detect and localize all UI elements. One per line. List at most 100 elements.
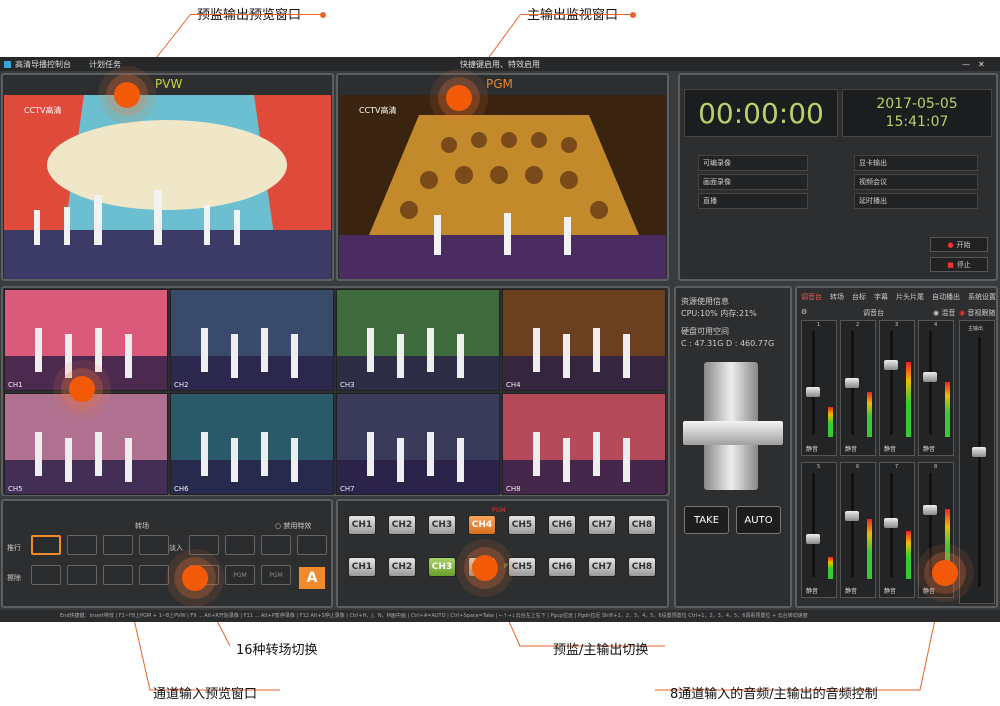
performer-figure — [231, 334, 238, 378]
transition-effect-button[interactable] — [261, 535, 291, 555]
minimize-button[interactable]: — — [962, 60, 970, 69]
transition-effect-button[interactable] — [189, 535, 219, 555]
follow-option[interactable]: ◉ 音视跟随 — [959, 308, 995, 318]
close-button[interactable]: ✕ — [978, 60, 985, 69]
pgm-button-ch5[interactable]: CH5 — [508, 515, 536, 535]
level-meter — [828, 407, 833, 437]
output-record[interactable]: 可编录像 — [698, 155, 808, 171]
pgm-button-ch1[interactable]: CH1 — [348, 515, 376, 535]
audio-tab[interactable]: 台标 — [852, 292, 866, 302]
pgm-button-ch4[interactable]: CH4 — [468, 515, 496, 535]
audio-tab[interactable]: 字幕 — [874, 292, 888, 302]
channel-stage-floor — [503, 460, 665, 494]
channel-thumbnail[interactable]: CH3 — [336, 289, 500, 391]
channel-fader[interactable]: 5 静音 — [801, 462, 837, 598]
pgm-button-ch7[interactable]: CH7 — [588, 515, 616, 535]
pvw-button-ch1[interactable]: CH1 — [348, 557, 376, 577]
take-button[interactable]: TAKE — [684, 506, 729, 534]
fader-knob[interactable] — [884, 518, 898, 529]
channel-fader[interactable]: 7 静音 — [879, 462, 915, 598]
mute-toggle[interactable]: 静音 — [806, 444, 818, 453]
transition-effect-button[interactable] — [31, 535, 61, 555]
audio-tab[interactable]: 片头片尾 — [896, 292, 924, 302]
channel-thumbnail[interactable]: CH6 — [170, 393, 334, 495]
fader-channel-number: 5 — [817, 464, 821, 470]
pip-button[interactable]: PGM — [225, 565, 255, 585]
pgm-button-ch6[interactable]: CH6 — [548, 515, 576, 535]
output-live[interactable]: 直播 — [698, 193, 808, 209]
auto-button[interactable]: AUTO — [736, 506, 781, 534]
pvw-button-ch5[interactable]: CH5 — [508, 557, 536, 577]
channel-fader[interactable]: 1 静音 — [801, 320, 837, 456]
stop-button[interactable]: ■ 停止 — [930, 257, 988, 272]
transition-effect-button[interactable] — [31, 565, 61, 585]
transition-effect-button[interactable] — [225, 535, 255, 555]
transition-effect-button[interactable] — [103, 535, 133, 555]
fader-knob[interactable] — [806, 533, 820, 544]
fade-bar-handle[interactable] — [683, 421, 783, 445]
audio-tab[interactable]: 系统设置 — [968, 292, 996, 302]
fader-knob[interactable] — [923, 505, 937, 515]
transition-effect-button[interactable] — [139, 565, 169, 585]
transition-effect-button[interactable] — [103, 565, 133, 585]
audio-settings-icon[interactable]: ⚙ — [801, 308, 807, 316]
mute-toggle[interactable]: 静音 — [845, 444, 857, 453]
pvw-label: PVW — [155, 77, 183, 91]
fader-knob[interactable] — [806, 387, 820, 397]
pvw-button-ch8[interactable]: CH8 — [628, 557, 656, 577]
mute-toggle[interactable]: 静音 — [845, 586, 857, 595]
fader-knob[interactable] — [845, 511, 859, 521]
channel-fader[interactable]: 4 静音 — [918, 320, 954, 456]
output-label: 视频会议 — [859, 178, 887, 186]
pvw-button-ch6[interactable]: CH6 — [548, 557, 576, 577]
mute-toggle[interactable]: 静音 — [923, 586, 935, 595]
mute-toggle[interactable]: 静音 — [806, 586, 818, 595]
transition-effect-button[interactable] — [297, 535, 327, 555]
output-screen-record[interactable]: 画面录像 — [698, 174, 808, 190]
pvw-button-ch2[interactable]: CH2 — [388, 557, 416, 577]
start-button[interactable]: ● 开始 — [930, 237, 988, 252]
audio-tab[interactable]: 转场 — [830, 292, 844, 302]
menu-plan-task[interactable]: 计划任务 — [89, 59, 121, 70]
audio-tab[interactable]: 自动播出 — [932, 292, 960, 302]
pip-button[interactable]: PGM — [261, 565, 291, 585]
mute-toggle[interactable]: 静音 — [884, 444, 896, 453]
pgm-button-ch3[interactable]: CH3 — [428, 515, 456, 535]
channel-label: CH3 — [340, 381, 355, 389]
fader-slot — [929, 473, 932, 577]
performer-figure — [35, 432, 42, 476]
output-video-conf[interactable]: 视频会议 — [854, 174, 978, 190]
fader-knob[interactable] — [845, 378, 859, 388]
fader-knob[interactable] — [923, 372, 937, 382]
channel-thumbnail[interactable]: CH4 — [502, 289, 666, 391]
output-display-card[interactable]: 显卡输出 — [854, 155, 978, 171]
key-a-button[interactable]: A — [299, 567, 325, 589]
pvw-video[interactable]: CCTV高清 — [4, 95, 331, 279]
pvw-button-ch7[interactable]: CH7 — [588, 557, 616, 577]
audio-tab[interactable]: 调音台 — [801, 292, 822, 302]
pgm-button-ch8[interactable]: CH8 — [628, 515, 656, 535]
channel-fader[interactable]: 6 静音 — [840, 462, 876, 598]
channel-thumbnail[interactable]: CH8 — [502, 393, 666, 495]
stop-icon: ■ — [947, 260, 954, 269]
channel-fader[interactable]: 3 静音 — [879, 320, 915, 456]
pgm-video[interactable]: CCTV高清 — [339, 95, 666, 279]
disable-effects[interactable]: ○ 禁用特效 — [275, 521, 311, 531]
mute-toggle[interactable]: 静音 — [923, 444, 935, 453]
channel-thumbnail[interactable]: CH7 — [336, 393, 500, 495]
fader-knob[interactable] — [884, 360, 898, 370]
transition-effect-button[interactable] — [67, 565, 97, 585]
master-fader[interactable]: 主输出 — [959, 320, 995, 604]
channel-stage-floor — [337, 460, 499, 494]
mute-toggle[interactable]: 静音 — [884, 586, 896, 595]
mix-option[interactable]: ◉ 混音 — [933, 308, 955, 318]
transition-effect-button[interactable] — [139, 535, 169, 555]
master-knob[interactable] — [972, 447, 986, 457]
channel-thumbnail[interactable]: CH5 — [4, 393, 168, 495]
channel-thumbnail[interactable]: CH2 — [170, 289, 334, 391]
pvw-button-ch3[interactable]: CH3 — [428, 557, 456, 577]
channel-fader[interactable]: 2 静音 — [840, 320, 876, 456]
output-delay[interactable]: 延时播出 — [854, 193, 978, 209]
transition-effect-button[interactable] — [67, 535, 97, 555]
pgm-button-ch2[interactable]: CH2 — [388, 515, 416, 535]
